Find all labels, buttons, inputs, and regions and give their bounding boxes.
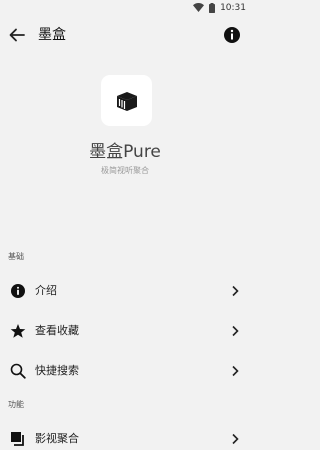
- status-time: 10:31: [220, 2, 246, 13]
- wifi-icon: [193, 3, 205, 12]
- search-icon: [10, 363, 26, 379]
- back-button[interactable]: [8, 26, 26, 44]
- app-tagline: 极简视听聚合: [101, 166, 149, 175]
- section-header-basic: 基础: [8, 252, 24, 261]
- menu-item-label: 介绍: [35, 284, 57, 297]
- ink-box-logo-icon: [116, 91, 137, 111]
- info-icon: [11, 284, 25, 298]
- menu-item-label: 快捷搜索: [35, 364, 79, 377]
- library-icon: [11, 432, 24, 446]
- star-icon: [10, 324, 26, 338]
- battery-icon: [209, 2, 216, 13]
- menu-item-label: 影视聚合: [35, 432, 79, 445]
- page-title: 墨盒: [38, 27, 66, 43]
- menu-item-intro[interactable]: 介绍: [0, 271, 250, 311]
- info-icon: [224, 27, 240, 43]
- chevron-right-icon: [232, 285, 239, 297]
- info-button[interactable]: [222, 25, 242, 45]
- chevron-right-icon: [232, 325, 239, 337]
- menu-item-video-aggregation[interactable]: 影视聚合: [0, 419, 250, 450]
- chevron-right-icon: [232, 433, 239, 445]
- arrow-left-icon: [9, 28, 25, 42]
- menu-item-favorites[interactable]: 查看收藏: [0, 311, 250, 351]
- app-logo: [101, 75, 152, 126]
- menu-item-quick-search[interactable]: 快捷搜索: [0, 351, 250, 391]
- app-name: 墨盒Pure: [89, 142, 161, 162]
- status-icons: 10:31: [193, 2, 246, 13]
- section-header-features: 功能: [8, 400, 24, 409]
- app-bar: 墨盒: [0, 15, 250, 55]
- menu-item-label: 查看收藏: [35, 324, 79, 337]
- status-bar: 10:31: [0, 0, 250, 15]
- chevron-right-icon: [232, 365, 239, 377]
